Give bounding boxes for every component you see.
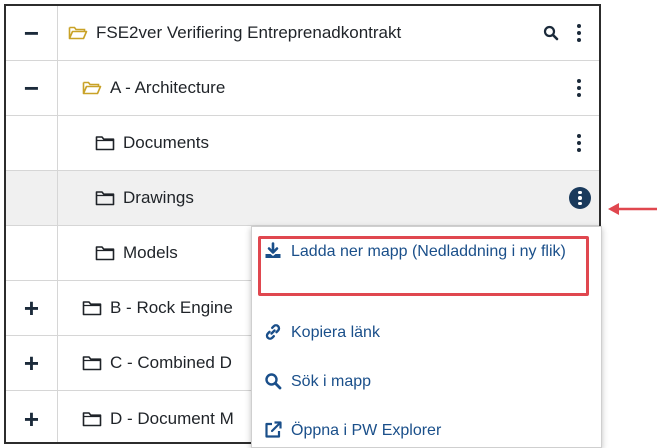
- tree-row-content: Models: [95, 226, 178, 280]
- menu-item-download-folder[interactable]: Ladda ner mapp (Nedladdning i ny flik): [264, 241, 584, 263]
- folder-icon: [82, 300, 102, 316]
- tree-row-content: D - Document M: [82, 391, 234, 442]
- folder-icon: [82, 355, 102, 371]
- toggle-cell-empty: [6, 116, 58, 170]
- menu-item-label: Kopiera länk: [291, 324, 380, 341]
- tree-row-content: FSE2ver Verifiering Entreprenadkontrakt: [68, 6, 401, 60]
- tree-row-label[interactable]: A - Architecture: [110, 78, 225, 98]
- tree-row-content: C - Combined D: [82, 336, 232, 390]
- tree-row-label[interactable]: Drawings: [123, 188, 194, 208]
- collapse-toggle[interactable]: −: [6, 61, 58, 115]
- menu-item-label: Ladda ner mapp (Nedladdning i ny flik): [291, 243, 566, 260]
- menu-item-label: Sök i mapp: [291, 373, 372, 390]
- menu-item-search-in-folder[interactable]: Sök i mapp: [264, 371, 584, 393]
- annotation-arrow-icon: [608, 203, 657, 215]
- row-actions: [543, 6, 585, 60]
- tree-row-label[interactable]: B - Rock Engine: [110, 298, 233, 318]
- row-actions: [573, 116, 585, 170]
- folder-icon: [95, 245, 115, 261]
- row-actions: [573, 61, 585, 115]
- toggle-cell-empty: [6, 226, 58, 280]
- expand-toggle[interactable]: +: [6, 281, 58, 335]
- context-menu: Ladda ner mapp (Nedladdning i ny flik) K…: [251, 226, 602, 448]
- menu-item-open-pw-explorer[interactable]: Öppna i PW Explorer: [264, 420, 584, 442]
- folder-open-icon: [68, 25, 88, 41]
- tree-row-label[interactable]: Documents: [123, 133, 209, 153]
- expand-toggle[interactable]: +: [6, 391, 58, 442]
- row-actions: [569, 171, 591, 225]
- tree-row-documents[interactable]: Documents: [6, 116, 599, 171]
- tree-row-architecture[interactable]: − A - Architecture: [6, 61, 599, 116]
- tree-row-content: A - Architecture: [82, 61, 225, 115]
- tree-row-label[interactable]: C - Combined D: [110, 353, 232, 373]
- tree-row-content: Documents: [95, 116, 209, 170]
- tree-row-label[interactable]: Models: [123, 243, 178, 263]
- more-options-active-icon[interactable]: [569, 187, 591, 209]
- folder-open-icon: [82, 80, 102, 96]
- more-options-icon[interactable]: [573, 132, 585, 154]
- more-options-icon[interactable]: [573, 22, 585, 44]
- search-icon: [264, 372, 282, 390]
- tree-row-label[interactable]: FSE2ver Verifiering Entreprenadkontrakt: [96, 23, 401, 43]
- tree-row-label[interactable]: D - Document M: [110, 409, 234, 429]
- link-icon: [264, 323, 282, 341]
- menu-item-label: Öppna i PW Explorer: [291, 422, 442, 439]
- tree-row-content: Drawings: [95, 171, 194, 225]
- toggle-cell-empty: [6, 171, 58, 225]
- external-link-icon: [264, 421, 282, 439]
- collapse-toggle[interactable]: −: [6, 6, 58, 60]
- tree-row-root[interactable]: − FSE2ver Verifiering Entreprenadkontrak…: [6, 6, 599, 61]
- more-options-icon[interactable]: [573, 77, 585, 99]
- tree-row-content: B - Rock Engine: [82, 281, 233, 335]
- expand-toggle[interactable]: +: [6, 336, 58, 390]
- search-icon[interactable]: [543, 25, 559, 41]
- tree-row-drawings[interactable]: Drawings: [6, 171, 599, 226]
- folder-icon: [95, 190, 115, 206]
- menu-item-copy-link[interactable]: Kopiera länk: [264, 322, 584, 344]
- folder-icon: [95, 135, 115, 151]
- download-icon: [264, 242, 282, 260]
- folder-icon: [82, 411, 102, 427]
